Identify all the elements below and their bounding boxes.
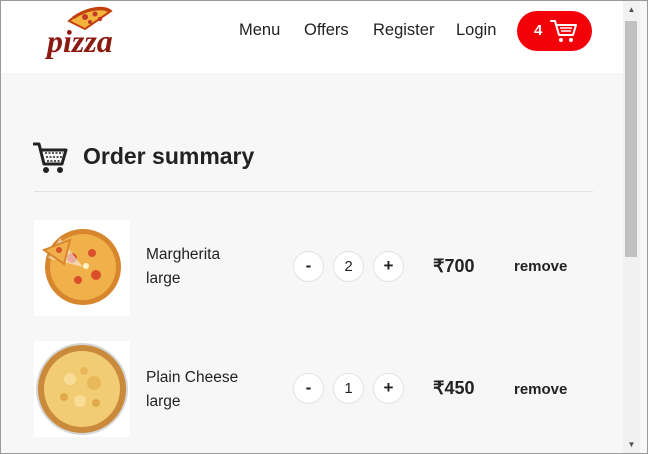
quantity-value: 2 bbox=[333, 251, 364, 282]
decrease-quantity-button[interactable]: - bbox=[293, 373, 324, 404]
increase-quantity-button[interactable]: + bbox=[373, 251, 404, 282]
quantity-value: 1 bbox=[333, 373, 364, 404]
item-title: Plain Cheese bbox=[146, 369, 239, 386]
cart-item-row: Margherita large - 2 + ₹700 remove bbox=[1, 220, 623, 318]
item-price: ₹700 bbox=[433, 256, 475, 276]
margherita-image bbox=[34, 220, 130, 316]
vertical-scrollbar[interactable]: ▲ ▼ bbox=[623, 1, 640, 453]
scroll-up-arrow-icon[interactable]: ▲ bbox=[623, 1, 640, 18]
item-name: Plain Cheese large bbox=[146, 366, 238, 414]
navbar: pizza Menu Offers Register Login 4 bbox=[1, 1, 623, 73]
remove-item-button[interactable]: remove bbox=[514, 258, 567, 275]
remove-item-button[interactable]: remove bbox=[514, 381, 567, 398]
item-price: ₹450 bbox=[433, 378, 475, 398]
item-name: Margherita large bbox=[146, 243, 220, 291]
decrease-quantity-button[interactable]: - bbox=[293, 251, 324, 282]
nav-register[interactable]: Register bbox=[373, 21, 434, 40]
increase-quantity-button[interactable]: + bbox=[373, 373, 404, 404]
divider bbox=[34, 191, 593, 192]
order-summary-cart-icon bbox=[32, 141, 69, 180]
cart-count-badge: 4 bbox=[534, 22, 543, 39]
nav-menu[interactable]: Menu bbox=[239, 21, 280, 40]
item-title: Margherita bbox=[146, 246, 221, 263]
cart-button[interactable]: 4 bbox=[517, 11, 592, 51]
nav-login[interactable]: Login bbox=[456, 21, 496, 40]
scroll-thumb[interactable] bbox=[625, 21, 637, 257]
nav-offers[interactable]: Offers bbox=[304, 21, 349, 40]
item-size: large bbox=[146, 393, 181, 410]
item-size: large bbox=[146, 270, 181, 287]
pizza-slice-icon: pizza bbox=[44, 6, 113, 59]
plain-cheese-image bbox=[34, 341, 130, 437]
logo-text: pizza bbox=[45, 23, 113, 59]
brand-logo[interactable]: pizza bbox=[44, 5, 131, 59]
scroll-down-arrow-icon[interactable]: ▼ bbox=[623, 436, 640, 453]
order-summary-title: Order summary bbox=[83, 143, 255, 169]
cart-item-row: Plain Cheese large - 1 + ₹450 remove bbox=[1, 341, 623, 439]
cart-icon bbox=[550, 20, 577, 42]
